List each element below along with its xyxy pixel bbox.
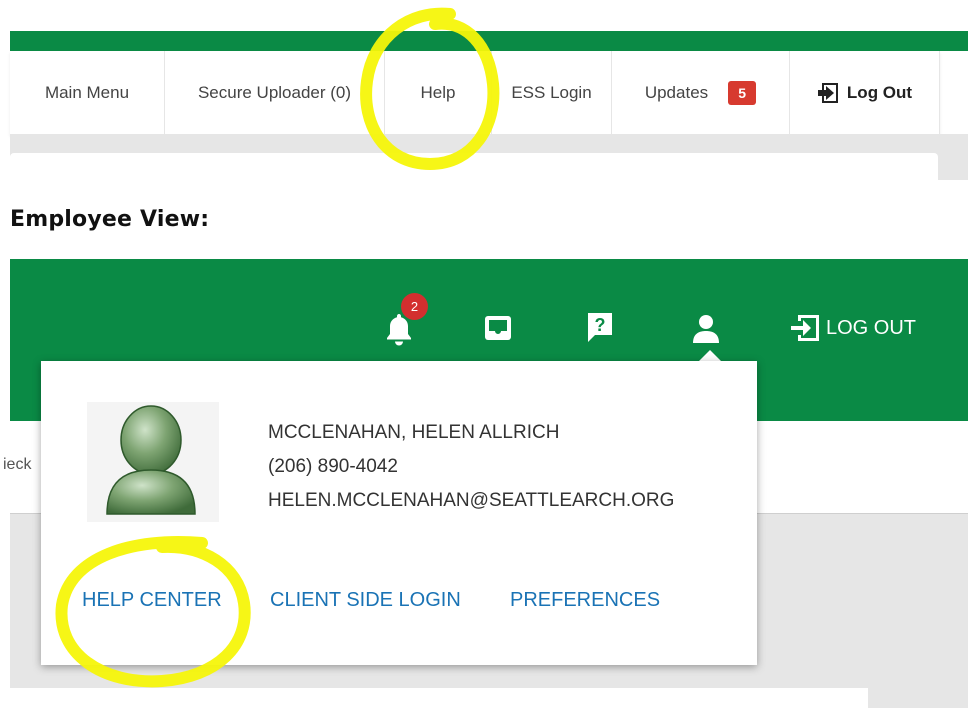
nav-logout[interactable]: Log Out xyxy=(790,51,940,134)
svg-text:?: ? xyxy=(595,315,606,335)
employee-logout-label: LOG OUT xyxy=(826,316,917,339)
nav-secure-uploader[interactable]: Secure Uploader (0) xyxy=(165,51,385,134)
nav-secure-uploader-label: Secure Uploader (0) xyxy=(197,82,352,102)
avatar-silhouette xyxy=(106,405,196,515)
nav-main-menu-label: Main Menu xyxy=(44,82,130,102)
background-text-fragment: ieck xyxy=(3,456,32,473)
preferences-link[interactable]: PREFERENCES xyxy=(510,589,660,612)
admin-view-screenshot: Main Menu Secure Uploader (0) Help ESS L… xyxy=(0,0,968,180)
nav-logout-label: Log Out xyxy=(846,82,913,102)
user-icon xyxy=(693,315,719,343)
help-center-link[interactable]: HELP CENTER xyxy=(82,589,222,612)
user-name: MCCLENAHAN, HELEN ALLRICH xyxy=(268,422,560,443)
employee-logout-button[interactable]: LOG OUT xyxy=(788,312,916,344)
client-side-login-link[interactable]: CLIENT SIDE LOGIN xyxy=(270,589,461,612)
logout-icon xyxy=(791,315,819,341)
content-card xyxy=(10,153,938,180)
notifications-count-badge: 2 xyxy=(401,293,428,320)
nav-updates[interactable]: Updates 5 xyxy=(612,51,790,134)
help-button[interactable]: ? xyxy=(585,311,615,348)
header-green-strip xyxy=(10,31,968,51)
employee-content-card xyxy=(10,688,868,708)
nav-main-menu[interactable]: Main Menu xyxy=(10,51,165,134)
nav-updates-label: Updates xyxy=(644,82,709,102)
nav-ess-login-label: ESS Login xyxy=(511,82,592,102)
user-phone: (206) 890-4042 xyxy=(268,456,398,477)
nav-help[interactable]: Help xyxy=(385,51,492,134)
inbox-icon xyxy=(485,316,511,340)
employee-view-heading: Employee View: xyxy=(10,207,210,232)
inbox-button[interactable] xyxy=(484,315,512,346)
user-avatar xyxy=(87,402,219,522)
updates-count-badge: 5 xyxy=(728,80,757,105)
help-icon: ? xyxy=(588,313,612,342)
nav-ess-login[interactable]: ESS Login xyxy=(492,51,612,134)
user-email: HELEN.MCCLENAHAN@SEATTLEARCH.ORG xyxy=(268,490,675,511)
nav-help-label: Help xyxy=(420,82,456,102)
admin-nav-bar: Main Menu Secure Uploader (0) Help ESS L… xyxy=(10,51,940,135)
user-menu-button[interactable] xyxy=(690,313,722,348)
logout-icon xyxy=(817,82,838,103)
